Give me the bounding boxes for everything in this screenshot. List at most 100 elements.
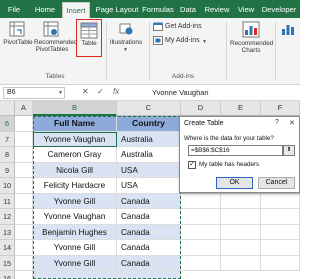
- country-cell[interactable]: Australia: [117, 131, 181, 147]
- row-header[interactable]: 7: [0, 131, 15, 147]
- table-cell[interactable]: [221, 240, 261, 256]
- select-all-corner[interactable]: [0, 101, 15, 116]
- group-label-addins: Add-ins: [171, 73, 195, 80]
- row-header[interactable]: 13: [0, 224, 15, 240]
- table-cell[interactable]: [181, 193, 221, 209]
- table-cell[interactable]: [15, 209, 33, 225]
- country-cell[interactable]: Australia: [117, 147, 181, 163]
- table-cell[interactable]: [15, 116, 33, 132]
- headers-checkbox[interactable]: ✓: [188, 161, 196, 169]
- cancel-button[interactable]: Cancel: [258, 177, 295, 189]
- excel-window: File Home Insert Page Layout Formulas Da…: [0, 0, 300, 279]
- table-button-highlight: [76, 19, 102, 57]
- table-cell[interactable]: [181, 255, 221, 271]
- table-cell[interactable]: [261, 255, 300, 271]
- illustrations-icon: [119, 23, 133, 35]
- table-cell[interactable]: [261, 193, 300, 209]
- close-icon[interactable]: ✕: [289, 119, 295, 127]
- country-cell[interactable]: Canada: [117, 224, 181, 240]
- table-cell[interactable]: [261, 240, 300, 256]
- row-header[interactable]: 11: [0, 193, 15, 209]
- row-header[interactable]: 10: [0, 178, 15, 194]
- table-cell[interactable]: [181, 240, 221, 256]
- name-box-dropdown-icon[interactable]: ▼: [58, 90, 63, 96]
- table-cell[interactable]: [15, 271, 33, 279]
- tab-data[interactable]: Data: [177, 2, 199, 18]
- insert-function-icon[interactable]: fx: [113, 87, 119, 96]
- column-header-a[interactable]: A: [15, 101, 33, 116]
- table-cell[interactable]: [181, 224, 221, 240]
- country-cell[interactable]: USA: [117, 162, 181, 178]
- name-cell[interactable]: Benjamin Hughes: [33, 224, 117, 240]
- table-cell[interactable]: [15, 162, 33, 178]
- row-header[interactable]: 14: [0, 240, 15, 256]
- my-addins-dropdown-icon: ▼: [202, 39, 207, 45]
- country-cell[interactable]: Canada: [117, 209, 181, 225]
- name-cell[interactable]: Yvonne Gill: [33, 240, 117, 256]
- table-cell[interactable]: [15, 240, 33, 256]
- tab-insert[interactable]: Insert: [62, 2, 90, 18]
- tab-view[interactable]: View: [234, 2, 258, 18]
- collapse-dialog-icon[interactable]: ⬆: [283, 145, 295, 156]
- column-header-d[interactable]: D: [181, 101, 221, 116]
- table-range-input[interactable]: =$B$6:$C$16: [188, 145, 283, 156]
- table-cell[interactable]: [15, 147, 33, 163]
- column-header-f[interactable]: F: [261, 101, 300, 116]
- table-cell[interactable]: [221, 209, 261, 225]
- column-header-e[interactable]: E: [221, 101, 261, 116]
- name-cell[interactable]: Felicity Hardacre: [33, 178, 117, 194]
- table-cell[interactable]: [15, 255, 33, 271]
- headers-checkbox-label[interactable]: My table has headers: [199, 161, 259, 168]
- table-cell[interactable]: [221, 224, 261, 240]
- table-cell[interactable]: [221, 193, 261, 209]
- tab-developer[interactable]: Developer: [259, 2, 299, 18]
- table-cell[interactable]: [33, 271, 117, 279]
- tab-review[interactable]: Review: [202, 2, 232, 18]
- recommended-pivottables-label-line2: PivotTables: [35, 46, 69, 53]
- tab-page-layout[interactable]: Page Layout: [95, 2, 139, 18]
- table-cell[interactable]: [221, 255, 261, 271]
- table-cell[interactable]: [181, 209, 221, 225]
- formula-input[interactable]: Yvonne Vaughan: [152, 88, 209, 97]
- name-cell[interactable]: Yvonne Vaughan: [33, 131, 117, 147]
- store-icon: [153, 22, 163, 31]
- tab-formulas[interactable]: Formulas: [141, 2, 175, 18]
- row-header[interactable]: 16: [0, 271, 15, 279]
- table-cell[interactable]: [15, 131, 33, 147]
- row-header[interactable]: 9: [0, 162, 15, 178]
- name-cell[interactable]: Yvonne Gill: [33, 193, 117, 209]
- row-header[interactable]: 8: [0, 147, 15, 163]
- tab-file[interactable]: File: [2, 2, 26, 18]
- column-chart-icon[interactable]: [280, 21, 296, 37]
- row-header[interactable]: 6: [0, 116, 15, 132]
- name-cell[interactable]: Yvonne Vaughan: [33, 209, 117, 225]
- help-icon[interactable]: ?: [275, 119, 279, 126]
- ok-button[interactable]: OK: [216, 177, 253, 189]
- table-cell[interactable]: [261, 209, 300, 225]
- country-cell[interactable]: Canada: [117, 193, 181, 209]
- pivottable-label: PivotTable: [3, 39, 33, 46]
- ribbon-tab-bar: File Home Insert Page Layout Formulas Da…: [0, 0, 300, 18]
- country-cell[interactable]: Canada: [117, 240, 181, 256]
- tab-home[interactable]: Home: [32, 2, 58, 18]
- confirm-entry-icon[interactable]: ✓: [97, 87, 104, 96]
- header-cell-country[interactable]: Country: [117, 116, 181, 132]
- row-header[interactable]: 15: [0, 255, 15, 271]
- header-cell-full-name[interactable]: Full Name: [33, 116, 117, 132]
- cancel-entry-icon[interactable]: ✕: [82, 87, 89, 96]
- country-cell[interactable]: Canada: [117, 255, 181, 271]
- table-cell[interactable]: [261, 224, 300, 240]
- recommended-charts-icon: [242, 21, 260, 38]
- column-header-b[interactable]: B: [33, 101, 117, 116]
- table-cell[interactable]: [117, 271, 181, 279]
- name-box[interactable]: B6: [3, 87, 65, 99]
- country-cell[interactable]: USA: [117, 178, 181, 194]
- table-cell[interactable]: [15, 224, 33, 240]
- row-header[interactable]: 12: [0, 209, 15, 225]
- name-cell[interactable]: Cameron Gray: [33, 147, 117, 163]
- column-header-c[interactable]: C: [117, 101, 181, 116]
- name-cell[interactable]: Nicola Gill: [33, 162, 117, 178]
- table-cell[interactable]: [15, 193, 33, 209]
- table-cell[interactable]: [15, 178, 33, 194]
- name-cell[interactable]: Yvonne Gill: [33, 255, 117, 271]
